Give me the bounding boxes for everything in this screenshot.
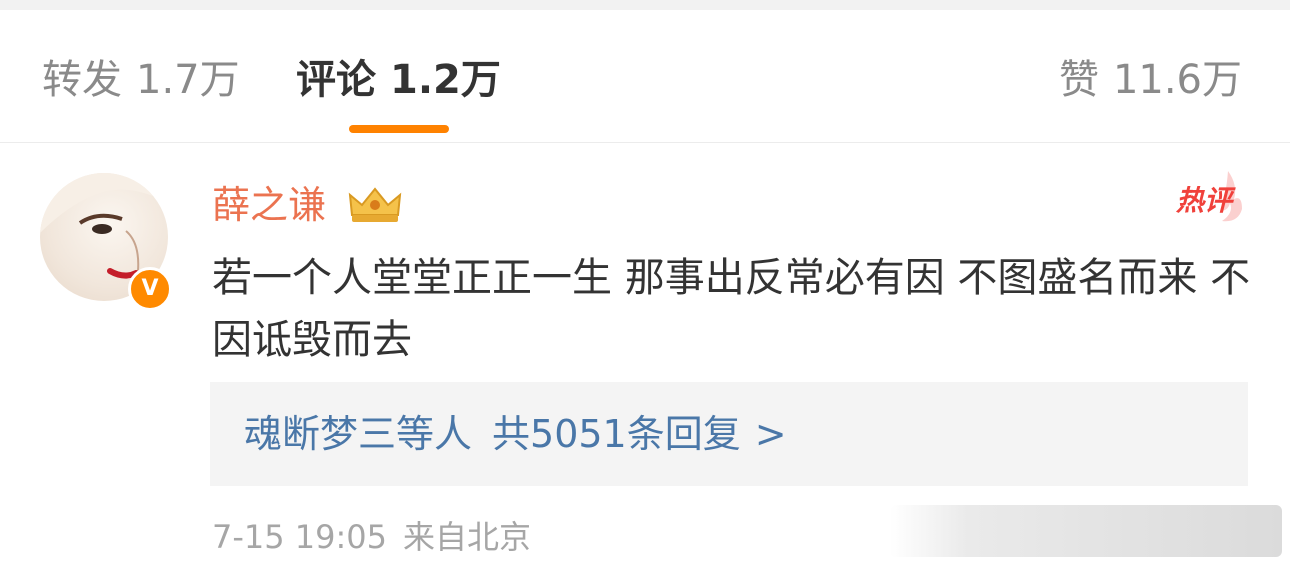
tab-repost[interactable]: 转发 1.7万 <box>42 58 240 102</box>
tab-comments-count: 1.2万 <box>390 57 501 103</box>
comment-item: V 薛之谦 热评 若一个人堂堂正正一生 那事出反常必有因 不图盛名而来 不因诋毁… <box>0 143 1290 564</box>
reply-names: 魂断梦三等人 <box>244 412 473 456</box>
tab-comments-label: 评论 <box>296 57 376 103</box>
comment-username[interactable]: 薛之谦 <box>212 183 326 227</box>
replies-summary[interactable]: 魂断梦三等人 共5051条回复 > <box>210 382 1248 486</box>
verified-v-icon: V <box>128 267 172 311</box>
replies-link[interactable]: 魂断梦三等人 共5051条回复 > <box>244 412 787 456</box>
comment-tabs: 转发 1.7万 评论 1.2万 赞 11.6万 <box>0 10 1290 143</box>
watermark-blur <box>890 505 1282 557</box>
active-tab-indicator <box>349 125 449 133</box>
tab-repost-count: 1.7万 <box>136 57 240 103</box>
comment-meta: 7-15 19:05 来自北京 <box>212 519 531 555</box>
comment-location: 来自北京 <box>403 518 532 556</box>
tab-likes-count: 11.6万 <box>1112 57 1242 103</box>
top-strip <box>0 0 1290 10</box>
reply-count: 共5051条回复 <box>492 412 741 456</box>
chevron-right-icon: > <box>754 412 787 456</box>
tab-repost-label: 转发 <box>42 57 122 103</box>
crown-icon <box>348 187 402 222</box>
tab-comments[interactable]: 评论 1.2万 <box>296 58 501 102</box>
tab-likes[interactable]: 赞 11.6万 <box>1059 58 1242 102</box>
hot-comment-badge: 热评 <box>1175 184 1232 217</box>
comment-body: 若一个人堂堂正正一生 那事出反常必有因 不图盛名而来 不因诋毁而去 <box>212 255 1251 363</box>
comment-time: 7-15 19:05 <box>212 518 388 556</box>
tab-likes-label: 赞 <box>1058 57 1099 103</box>
